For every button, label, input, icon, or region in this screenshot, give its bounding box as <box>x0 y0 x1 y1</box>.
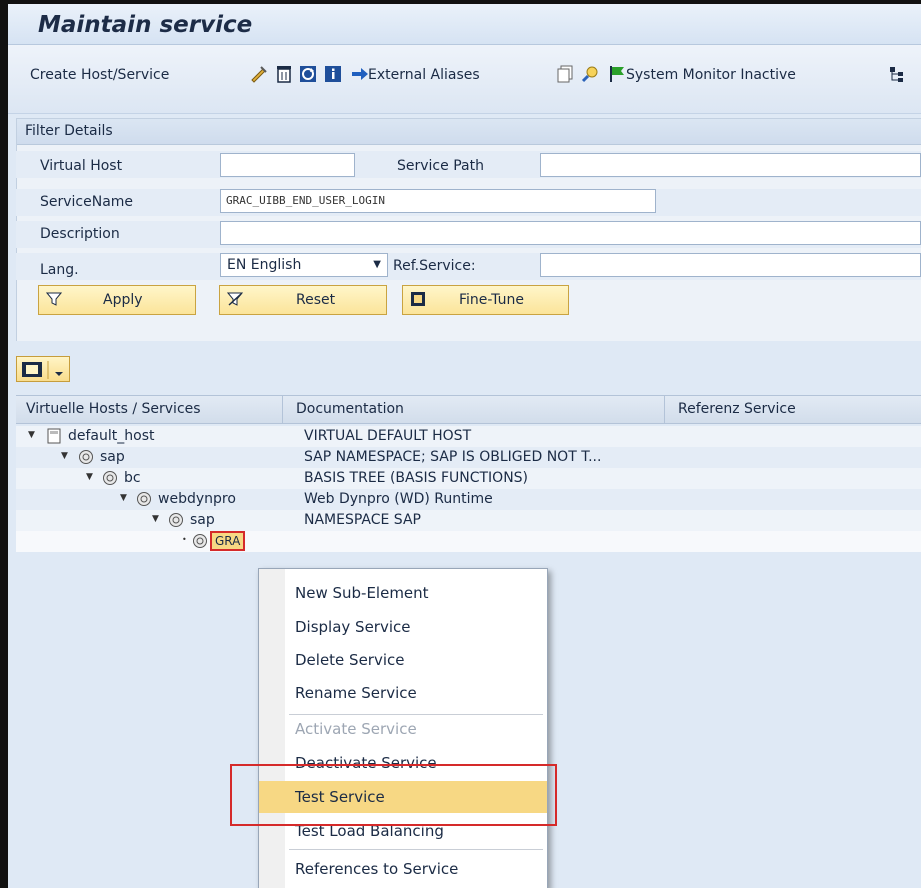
menu-item-activate-service: Activate Service <box>259 713 547 745</box>
tree-row[interactable]: ▼ sap NAMESPACE SAP <box>16 510 921 531</box>
tree-node-label: default_host <box>68 428 155 444</box>
menu-item-new-sub-element[interactable]: New Sub-Element <box>259 577 547 609</box>
lang-select-value: EN English <box>227 257 302 273</box>
delete-icon[interactable] <box>275 65 293 83</box>
service-icon <box>168 512 184 528</box>
info-icon[interactable] <box>324 65 342 83</box>
service-path-label: Service Path <box>397 158 484 174</box>
menu-item-label: Activate Service <box>295 720 417 738</box>
refresh-icon[interactable] <box>299 65 317 83</box>
service-name-label: ServiceName <box>40 194 134 210</box>
tree-node-doc: VIRTUAL DEFAULT HOST <box>304 428 472 444</box>
menu-item-label: Delete Service <box>295 651 405 669</box>
external-aliases-button[interactable]: External Aliases <box>368 67 480 83</box>
service-icon <box>78 449 94 465</box>
sap-window: Maintain service Create Host/Service Ext… <box>0 0 921 888</box>
tree-node-doc: NAMESPACE SAP <box>304 512 421 528</box>
fine-tune-button-label: Fine-Tune <box>459 292 524 308</box>
tree-node-doc: Web Dynpro (WD) Runtime <box>304 491 493 507</box>
highlight-annotation-box <box>230 764 557 826</box>
description-label: Description <box>40 226 120 242</box>
column-header-documentation[interactable]: Documentation <box>296 401 404 417</box>
fine-tune-button[interactable]: Fine-Tune <box>402 285 569 315</box>
tree-row[interactable]: ▼ sap SAP NAMESPACE; SAP IS OBLIGED NOT … <box>16 447 921 468</box>
virtual-host-label: Virtual Host <box>40 158 123 174</box>
tree-node-doc: BASIS TREE (BASIS FUNCTIONS) <box>304 470 529 486</box>
tree-row[interactable]: ▼ bc BASIS TREE (BASIS FUNCTIONS) <box>16 468 921 489</box>
filter-header-label: Filter Details <box>25 123 113 139</box>
tree-node-doc: SAP NAMESPACE; SAP IS OBLIGED NOT T... <box>304 449 602 465</box>
create-host-service-button[interactable]: Create Host/Service <box>30 67 169 83</box>
tree-row[interactable]: ▼ webdynpro Web Dynpro (WD) Runtime <box>16 489 921 510</box>
expand-arrow-icon[interactable]: ▼ <box>120 493 127 503</box>
column-header-reference[interactable]: Referenz Service <box>678 401 796 417</box>
tree-node-label: sap <box>190 512 215 528</box>
application-toolbar: Create Host/Service External Aliases Sys… <box>8 45 921 114</box>
column-divider[interactable] <box>282 396 283 423</box>
chevron-down-icon[interactable]: ▼ <box>373 254 381 276</box>
tree-header: Virtuelle Hosts / Services Documentation… <box>16 395 921 424</box>
copy-icon[interactable] <box>556 65 574 83</box>
service-path-input[interactable] <box>540 153 921 177</box>
menu-item-rename-service[interactable]: Rename Service <box>259 677 547 709</box>
reset-filter-icon <box>226 290 244 308</box>
tree-node-label[interactable]: GRA <box>210 531 246 551</box>
tree-row[interactable]: ▼ default_host VIRTUAL DEFAULT HOST <box>16 426 921 447</box>
print-menu-button[interactable] <box>16 356 70 382</box>
service-icon <box>102 470 118 486</box>
ref-service-label: Ref.Service: <box>393 258 476 274</box>
menu-separator <box>289 849 543 850</box>
filter-icon <box>45 290 63 308</box>
tree-node-label: webdynpro <box>158 491 236 507</box>
search-icon[interactable] <box>581 65 599 83</box>
leaf-dot-icon: • <box>182 535 187 544</box>
column-divider[interactable] <box>664 396 665 423</box>
window-border <box>0 0 921 4</box>
menu-item-label: Rename Service <box>295 684 417 702</box>
apply-button-label: Apply <box>103 292 143 308</box>
menu-item-display-service[interactable]: Display Service <box>259 611 547 643</box>
hierarchy-icon[interactable] <box>888 65 906 83</box>
reset-button-label: Reset <box>296 292 336 308</box>
menu-item-references-to-service[interactable]: References to Service <box>259 853 547 885</box>
settings-icon <box>409 290 427 308</box>
context-menu: New Sub-Element Display Service Delete S… <box>258 568 548 888</box>
expand-arrow-icon[interactable]: ▼ <box>86 472 93 482</box>
menu-item-delete-service[interactable]: Delete Service <box>259 644 547 676</box>
ref-service-input[interactable] <box>540 253 921 277</box>
menu-item-label: References to Service <box>295 860 459 878</box>
menu-item-label: New Sub-Element <box>295 584 429 602</box>
service-name-input[interactable]: GRAC_UIBB_END_USER_LOGIN <box>220 189 656 213</box>
edit-icon[interactable] <box>250 65 268 83</box>
description-input[interactable] <box>220 221 921 245</box>
reset-button[interactable]: Reset <box>219 285 387 315</box>
filter-header: Filter Details <box>17 119 921 145</box>
service-icon <box>192 533 208 549</box>
tree-node-label: sap <box>100 449 125 465</box>
tree-node-label: bc <box>124 470 141 486</box>
system-monitor-button[interactable]: System Monitor Inactive <box>626 67 796 83</box>
page-title: Maintain service <box>38 12 253 38</box>
title-bar: Maintain service <box>8 4 921 45</box>
service-icon <box>136 491 152 507</box>
lang-label: Lang. <box>40 262 79 278</box>
tree-row-selected[interactable]: • GRA <box>16 531 921 552</box>
virtual-host-input[interactable] <box>220 153 355 177</box>
arrow-right-icon <box>351 65 369 83</box>
expand-arrow-icon[interactable]: ▼ <box>28 430 35 440</box>
expand-arrow-icon[interactable]: ▼ <box>152 514 159 524</box>
column-header-hosts[interactable]: Virtuelle Hosts / Services <box>26 401 201 417</box>
flag-icon[interactable] <box>608 65 626 83</box>
lang-select[interactable]: EN English ▼ <box>220 253 388 277</box>
menu-item-label: Display Service <box>295 618 411 636</box>
host-icon <box>46 428 62 444</box>
expand-arrow-icon[interactable]: ▼ <box>61 451 68 461</box>
window-border <box>0 0 8 888</box>
apply-button[interactable]: Apply <box>38 285 196 315</box>
